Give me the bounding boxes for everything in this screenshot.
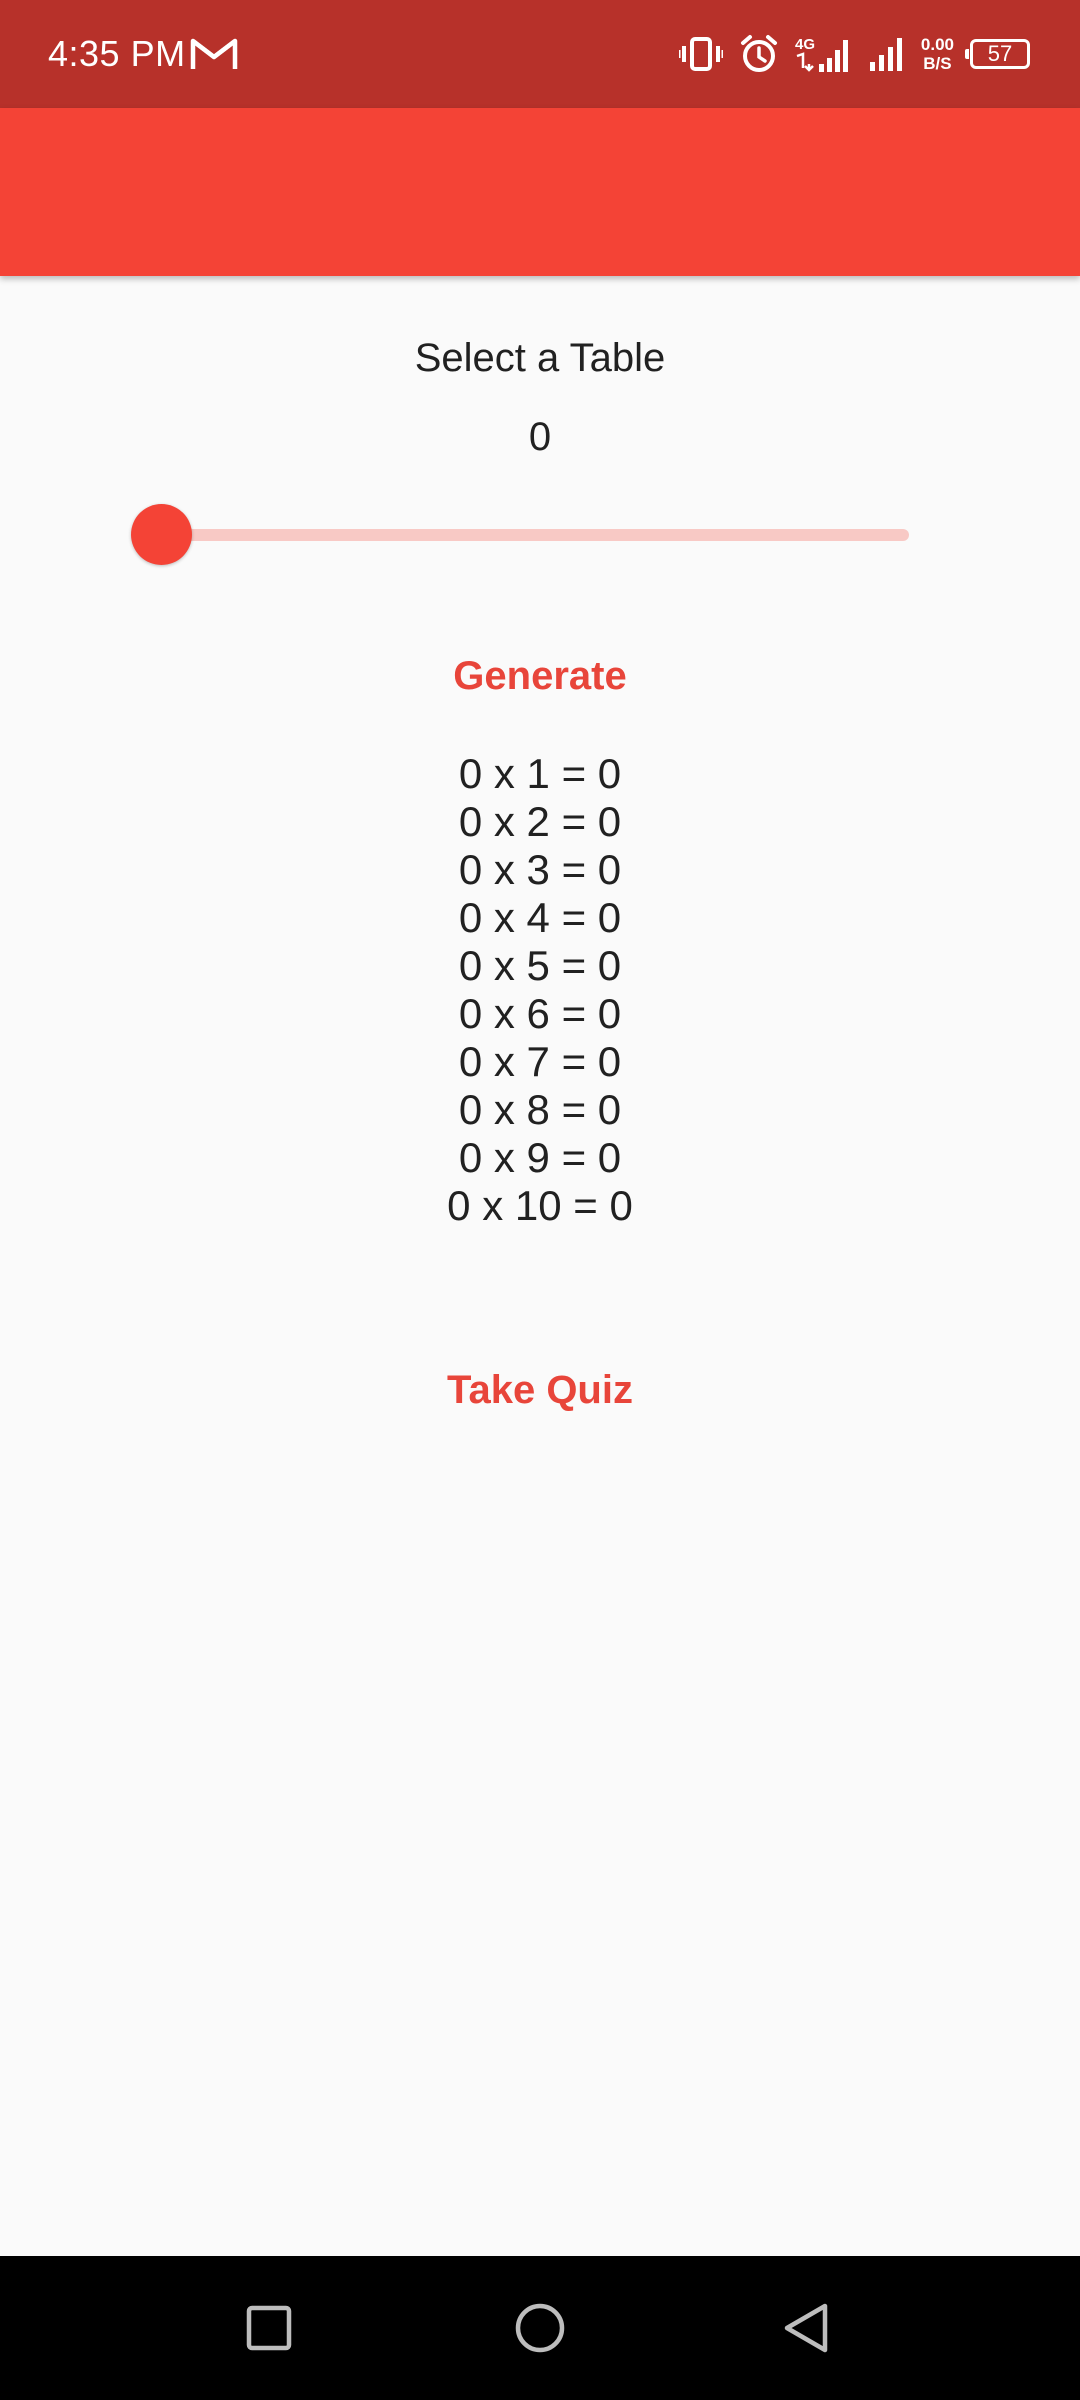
- recents-button[interactable]: [237, 2296, 301, 2360]
- signal-4g-icon: 4G: [795, 36, 848, 72]
- table-row: 0 x 4 = 0: [458, 894, 622, 941]
- back-button[interactable]: [774, 2296, 838, 2360]
- page-title: Select a Table: [414, 336, 666, 380]
- generate-button[interactable]: Generate: [390, 636, 690, 716]
- home-icon: [515, 2303, 565, 2353]
- table-row: 0 x 5 = 0: [458, 942, 622, 989]
- table-row: 0 x 9 = 0: [458, 1134, 622, 1181]
- table-row: 0 x 7 = 0: [458, 1038, 622, 1085]
- table-row: 0 x 8 = 0: [458, 1086, 622, 1133]
- table-row: 0 x 10 = 0: [447, 1182, 633, 1229]
- app-bar: [0, 108, 1080, 276]
- net-speed-value: 0.00: [920, 35, 954, 54]
- recents-icon: [246, 2305, 292, 2351]
- table-row: 0 x 1 = 0: [458, 750, 622, 797]
- status-time: 4:35 PM: [48, 33, 186, 74]
- status-bar: 4:35 PM 4G 0.00 B/S 57: [0, 0, 1080, 108]
- net-speed-unit: B/S: [923, 54, 952, 73]
- table-slider[interactable]: [131, 504, 919, 565]
- slider-value: 0: [528, 415, 552, 459]
- battery-icon: 57: [965, 39, 1030, 69]
- slider-track[interactable]: [161, 529, 909, 541]
- home-button[interactable]: [508, 2296, 572, 2360]
- table-row: 0 x 6 = 0: [458, 990, 622, 1037]
- alarm-icon: [740, 35, 777, 72]
- svg-text:4G: 4G: [795, 36, 815, 53]
- navigation-bar: [0, 2256, 1080, 2400]
- status-icons: 4G 0.00 B/S 57: [678, 30, 1030, 78]
- battery-level: 57: [987, 41, 1013, 66]
- take-quiz-button[interactable]: Take Quiz: [390, 1350, 690, 1430]
- table-row: 0 x 3 = 0: [458, 846, 622, 893]
- slider-thumb[interactable]: [131, 504, 192, 565]
- net-speed: 0.00 B/S: [921, 35, 954, 73]
- back-icon: [784, 2303, 828, 2353]
- multiplication-table: 0 x 1 = 00 x 2 = 00 x 3 = 00 x 4 = 00 x …: [0, 750, 1080, 1230]
- gmail-icon: [190, 38, 238, 69]
- table-row: 0 x 2 = 0: [458, 798, 622, 845]
- signal-icon: [869, 38, 902, 71]
- vibrate-icon: [678, 37, 723, 71]
- screen: 4:35 PM 4G 0.00 B/S 57 Select a Table 0 …: [0, 0, 1080, 2400]
